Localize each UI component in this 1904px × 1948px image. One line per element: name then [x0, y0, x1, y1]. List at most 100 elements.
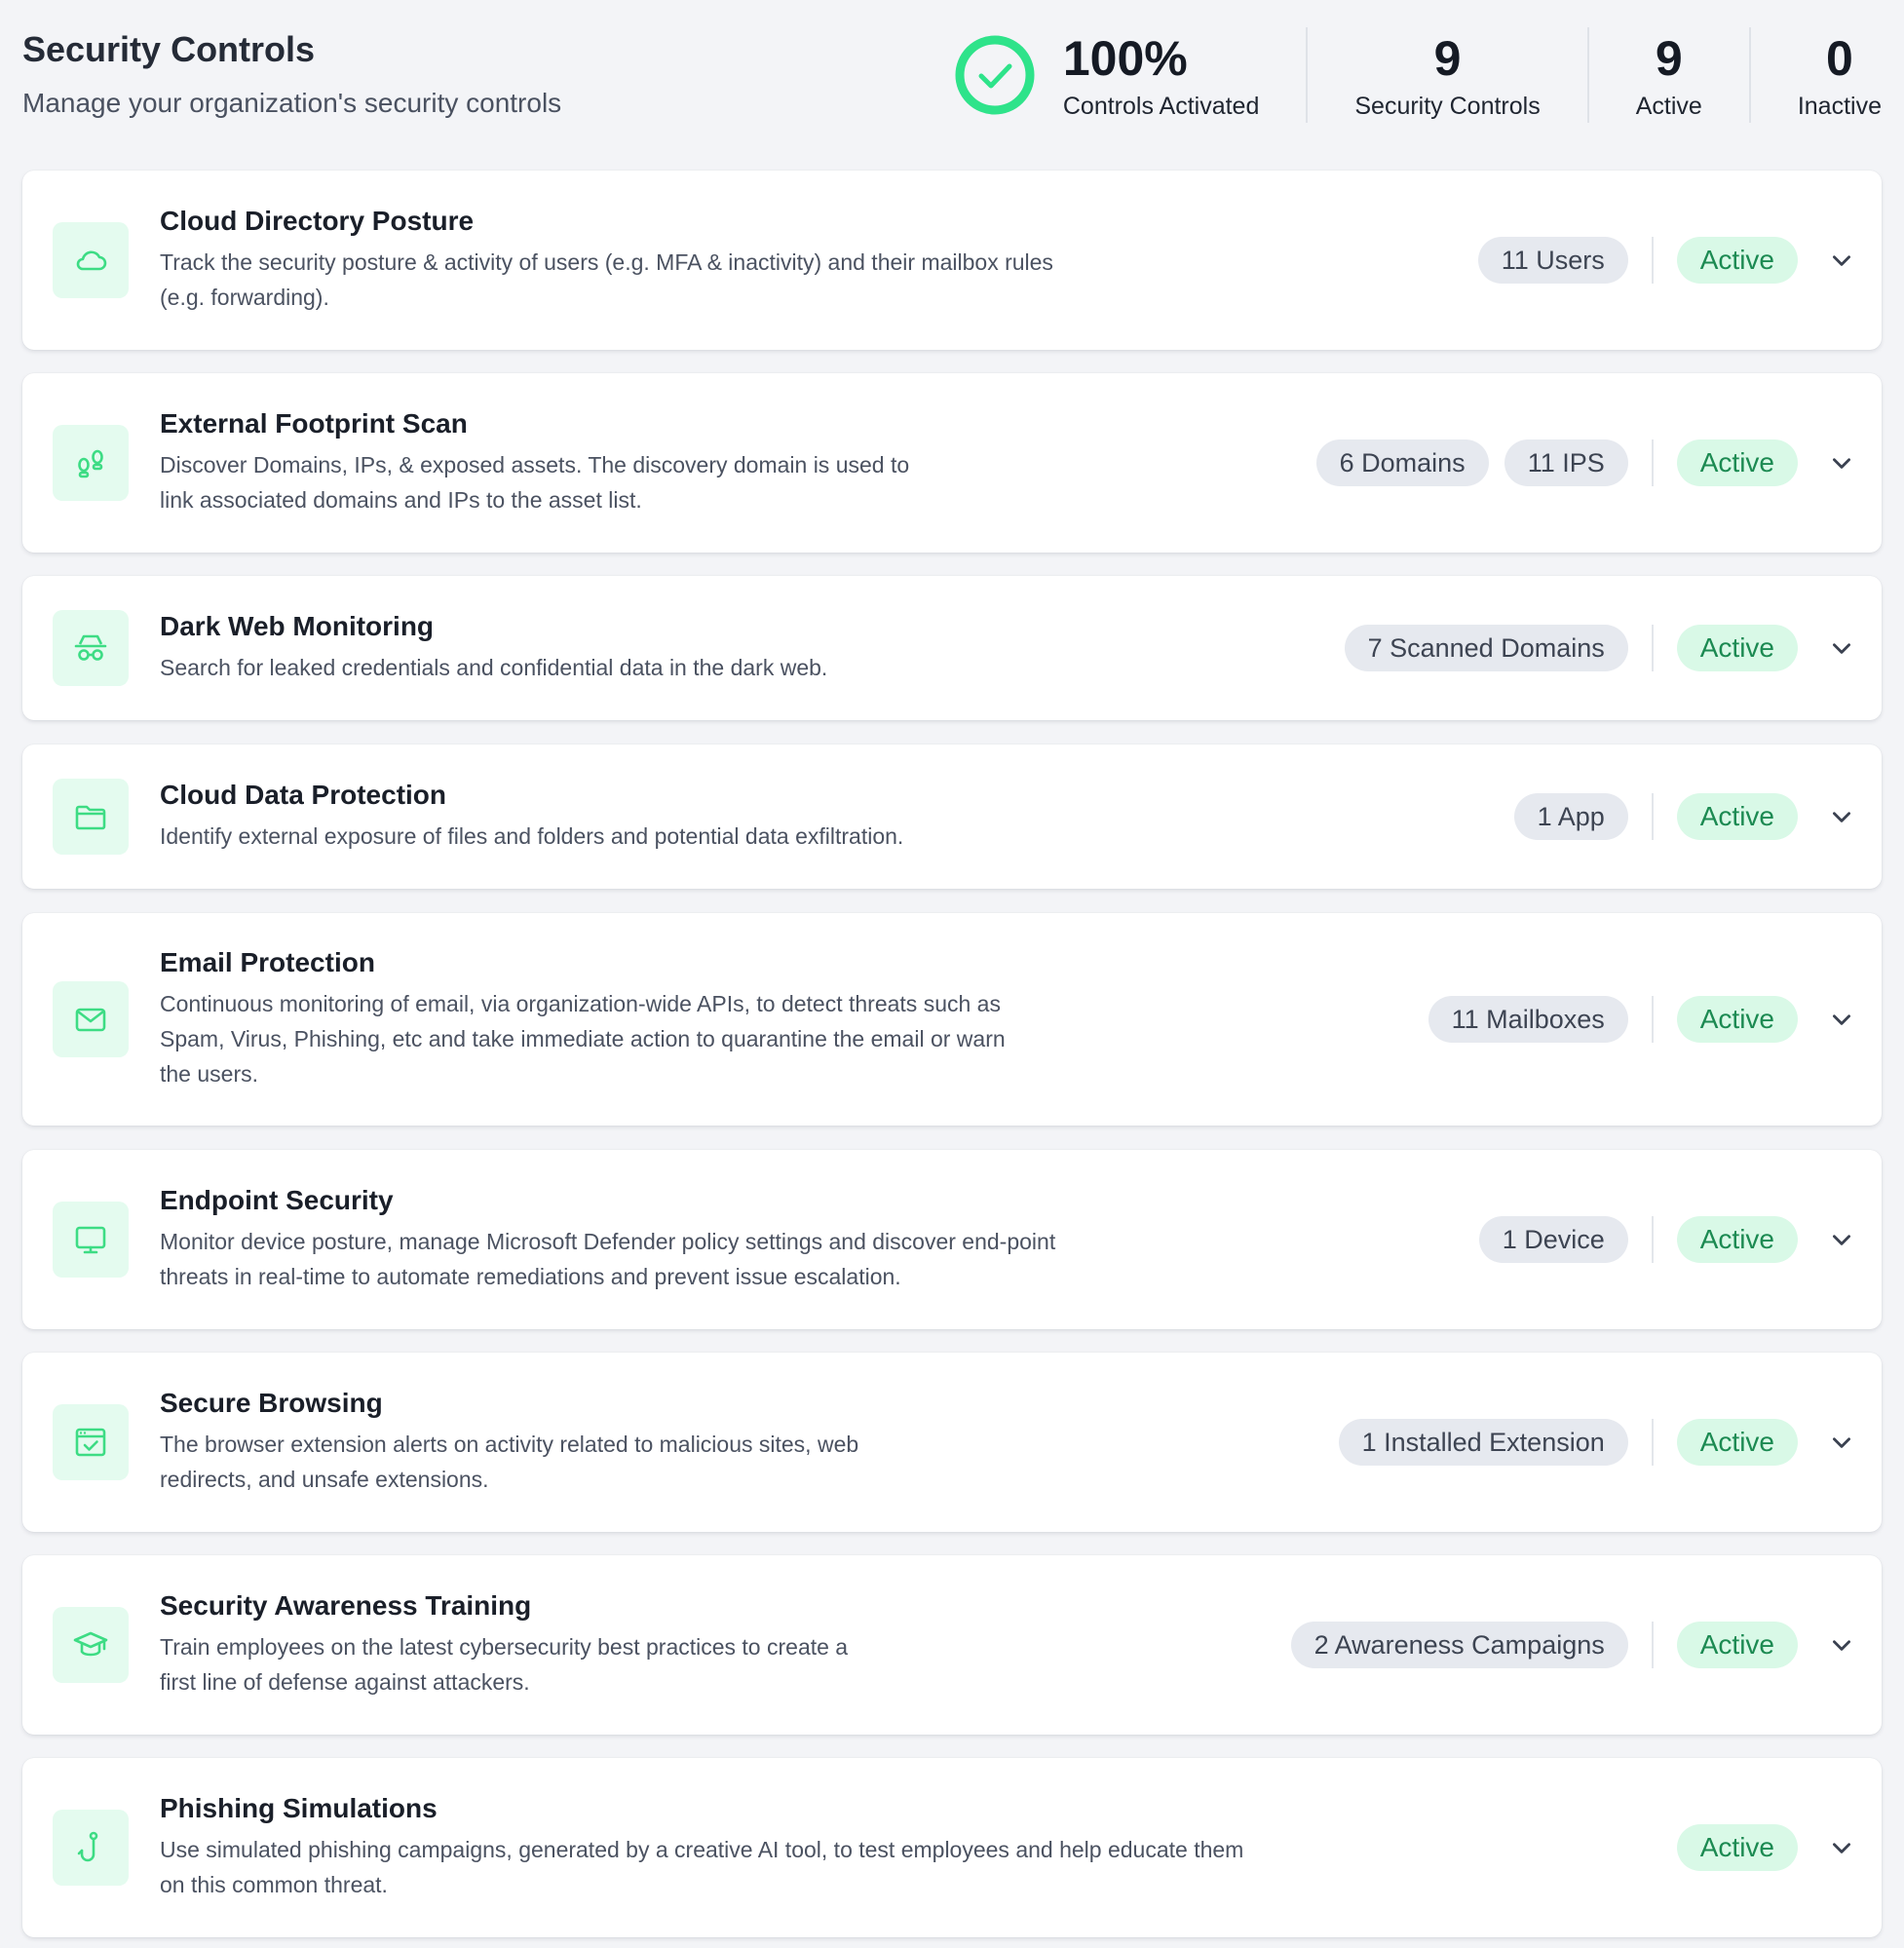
count-pill: 6 Domains: [1315, 439, 1489, 486]
control-description-line: threats in real-time to automate remedia…: [160, 1264, 901, 1289]
control-card[interactable]: Phishing Simulations Use simulated phishi…: [22, 1758, 1882, 1937]
control-card[interactable]: Security Awareness Training Train employe…: [22, 1555, 1882, 1735]
check-circle-icon: [955, 35, 1035, 115]
control-description-line: first line of defense against attackers.: [160, 1669, 530, 1695]
control-card[interactable]: Secure Browsing The browser extension ale…: [22, 1353, 1882, 1532]
control-meta: 2 Awareness Campaigns Active: [1276, 1622, 1856, 1668]
control-text: Endpoint Security Monitor device posture,…: [160, 1150, 1055, 1329]
control-text: Dark Web Monitoring Search for leaked cre…: [160, 576, 827, 720]
control-card[interactable]: Dark Web Monitoring Search for leaked cre…: [22, 576, 1882, 720]
control-icon-box: [53, 1202, 129, 1278]
spy-icon: [74, 634, 107, 661]
page-title: Security Controls: [22, 29, 316, 69]
control-text: Secure Browsing The browser extension ale…: [160, 1353, 858, 1532]
meta-divider: [1651, 1419, 1654, 1466]
control-card[interactable]: Email Protection Continuous monitoring of…: [22, 913, 1882, 1126]
control-description-line: The browser extension alerts on activity…: [160, 1432, 859, 1457]
chevron-down-icon[interactable]: [1827, 1630, 1856, 1660]
control-text: Email Protection Continuous monitoring of…: [160, 913, 1006, 1126]
control-meta: 6 Domains 11 IPS Active: [1301, 439, 1856, 486]
chevron-down-icon[interactable]: [1827, 1428, 1856, 1457]
stat-security-controls: 9 Security Controls: [1306, 27, 1586, 123]
control-description-line: link associated domains and IPs to the a…: [160, 487, 642, 513]
control-description: Search for leaked credentials and confid…: [160, 650, 827, 685]
control-description: Monitor device posture, manage Microsoft…: [160, 1224, 1055, 1294]
count-pill: 1 App: [1513, 793, 1628, 840]
control-icon-box: [53, 1607, 129, 1683]
chevron-down-icon[interactable]: [1827, 448, 1856, 477]
control-description-line: Monitor device posture, manage Microsoft…: [160, 1229, 1056, 1254]
control-title: Phishing Simulations: [160, 1793, 438, 1823]
control-meta: 1 App Active: [1499, 793, 1856, 840]
page-header: Security Controls Manage your organizati…: [22, 0, 1882, 156]
status-badge: Active: [1676, 1824, 1798, 1871]
status-badge: Active: [1676, 793, 1798, 840]
count-pill: 7 Scanned Domains: [1344, 625, 1628, 671]
control-card[interactable]: Cloud Directory Posture Track the securit…: [22, 171, 1882, 350]
control-description-line: Use simulated phishing campaigns, genera…: [160, 1837, 1244, 1862]
stat-label: Active: [1635, 93, 1702, 120]
control-description-line: Spam, Virus, Phishing, etc and take imme…: [160, 1026, 1006, 1051]
graduation-cap-icon: [73, 1631, 108, 1657]
meta-divider: [1651, 237, 1654, 284]
stat-value: 9: [1433, 31, 1462, 86]
control-description: Discover Domains, IPs, & exposed assets.…: [160, 447, 909, 517]
footprints-icon: [78, 449, 103, 478]
control-card[interactable]: Endpoint Security Monitor device posture,…: [22, 1150, 1882, 1329]
count-pill: 11 IPS: [1504, 439, 1628, 486]
stat-value: 0: [1826, 31, 1853, 86]
control-icon-box: [53, 222, 129, 298]
control-description: Use simulated phishing campaigns, genera…: [160, 1832, 1243, 1902]
meta-divider: [1651, 1622, 1654, 1668]
control-icon-box: [53, 425, 129, 501]
control-title: Secure Browsing: [160, 1388, 383, 1418]
browser-check-icon: [75, 1428, 106, 1457]
control-description-line: Continuous monitoring of email, via orga…: [160, 991, 1001, 1016]
stats-summary: 100% Controls Activated 9 Security Contr…: [954, 27, 1882, 123]
control-description: Identify external exposure of files and …: [160, 819, 903, 854]
stat-value: 100%: [1062, 31, 1188, 86]
status-badge: Active: [1676, 996, 1798, 1043]
stat-inactive: 0 Inactive: [1748, 27, 1882, 123]
control-text: Phishing Simulations Use simulated phishi…: [160, 1758, 1243, 1937]
count-pill: 11 Mailboxes: [1428, 996, 1628, 1043]
control-description-line: Train employees on the latest cybersecur…: [160, 1634, 849, 1660]
envelope-icon: [75, 1008, 106, 1032]
chevron-down-icon[interactable]: [1827, 633, 1856, 663]
control-icon-box: [53, 610, 129, 686]
control-icon-box: [53, 1810, 129, 1886]
count-pill: 1 Installed Extension: [1338, 1419, 1628, 1466]
control-description-line: the users.: [160, 1061, 258, 1087]
status-badge: Active: [1676, 625, 1798, 671]
control-card[interactable]: Cloud Data Protection Identify external e…: [22, 745, 1882, 889]
control-description: Train employees on the latest cybersecur…: [160, 1629, 848, 1700]
meta-divider: [1651, 793, 1654, 840]
control-title: Endpoint Security: [160, 1185, 394, 1215]
chevron-down-icon[interactable]: [1827, 1833, 1856, 1862]
control-description-line: Search for leaked credentials and confid…: [160, 655, 828, 680]
control-card[interactable]: External Footprint Scan Discover Domains,…: [22, 373, 1882, 553]
control-meta: 1 Device Active: [1464, 1216, 1856, 1263]
control-description-line: Discover Domains, IPs, & exposed assets.…: [160, 452, 910, 477]
control-description-line: redirects, and unsafe extensions.: [160, 1467, 489, 1492]
control-title: Security Awareness Training: [160, 1590, 532, 1621]
control-description: Continuous monitoring of email, via orga…: [160, 986, 1006, 1091]
status-badge: Active: [1676, 1622, 1798, 1668]
chevron-down-icon[interactable]: [1827, 1005, 1856, 1034]
control-title: Email Protection: [160, 947, 375, 977]
control-text: Cloud Directory Posture Track the securit…: [160, 171, 1053, 350]
control-title: External Footprint Scan: [160, 408, 468, 439]
chevron-down-icon[interactable]: [1827, 246, 1856, 275]
meta-divider: [1651, 625, 1654, 671]
count-pill: 2 Awareness Campaigns: [1290, 1622, 1628, 1668]
meta-divider: [1651, 439, 1654, 486]
chevron-down-icon[interactable]: [1827, 802, 1856, 831]
control-meta: 11 Users Active: [1463, 237, 1856, 284]
fishing-hook-icon: [77, 1831, 98, 1862]
control-meta: Active: [1676, 1824, 1856, 1871]
control-title: Dark Web Monitoring: [160, 611, 435, 641]
control-title: Cloud Data Protection: [160, 780, 447, 810]
monitor-icon: [75, 1226, 106, 1254]
meta-divider: [1651, 996, 1654, 1043]
chevron-down-icon[interactable]: [1827, 1225, 1856, 1254]
